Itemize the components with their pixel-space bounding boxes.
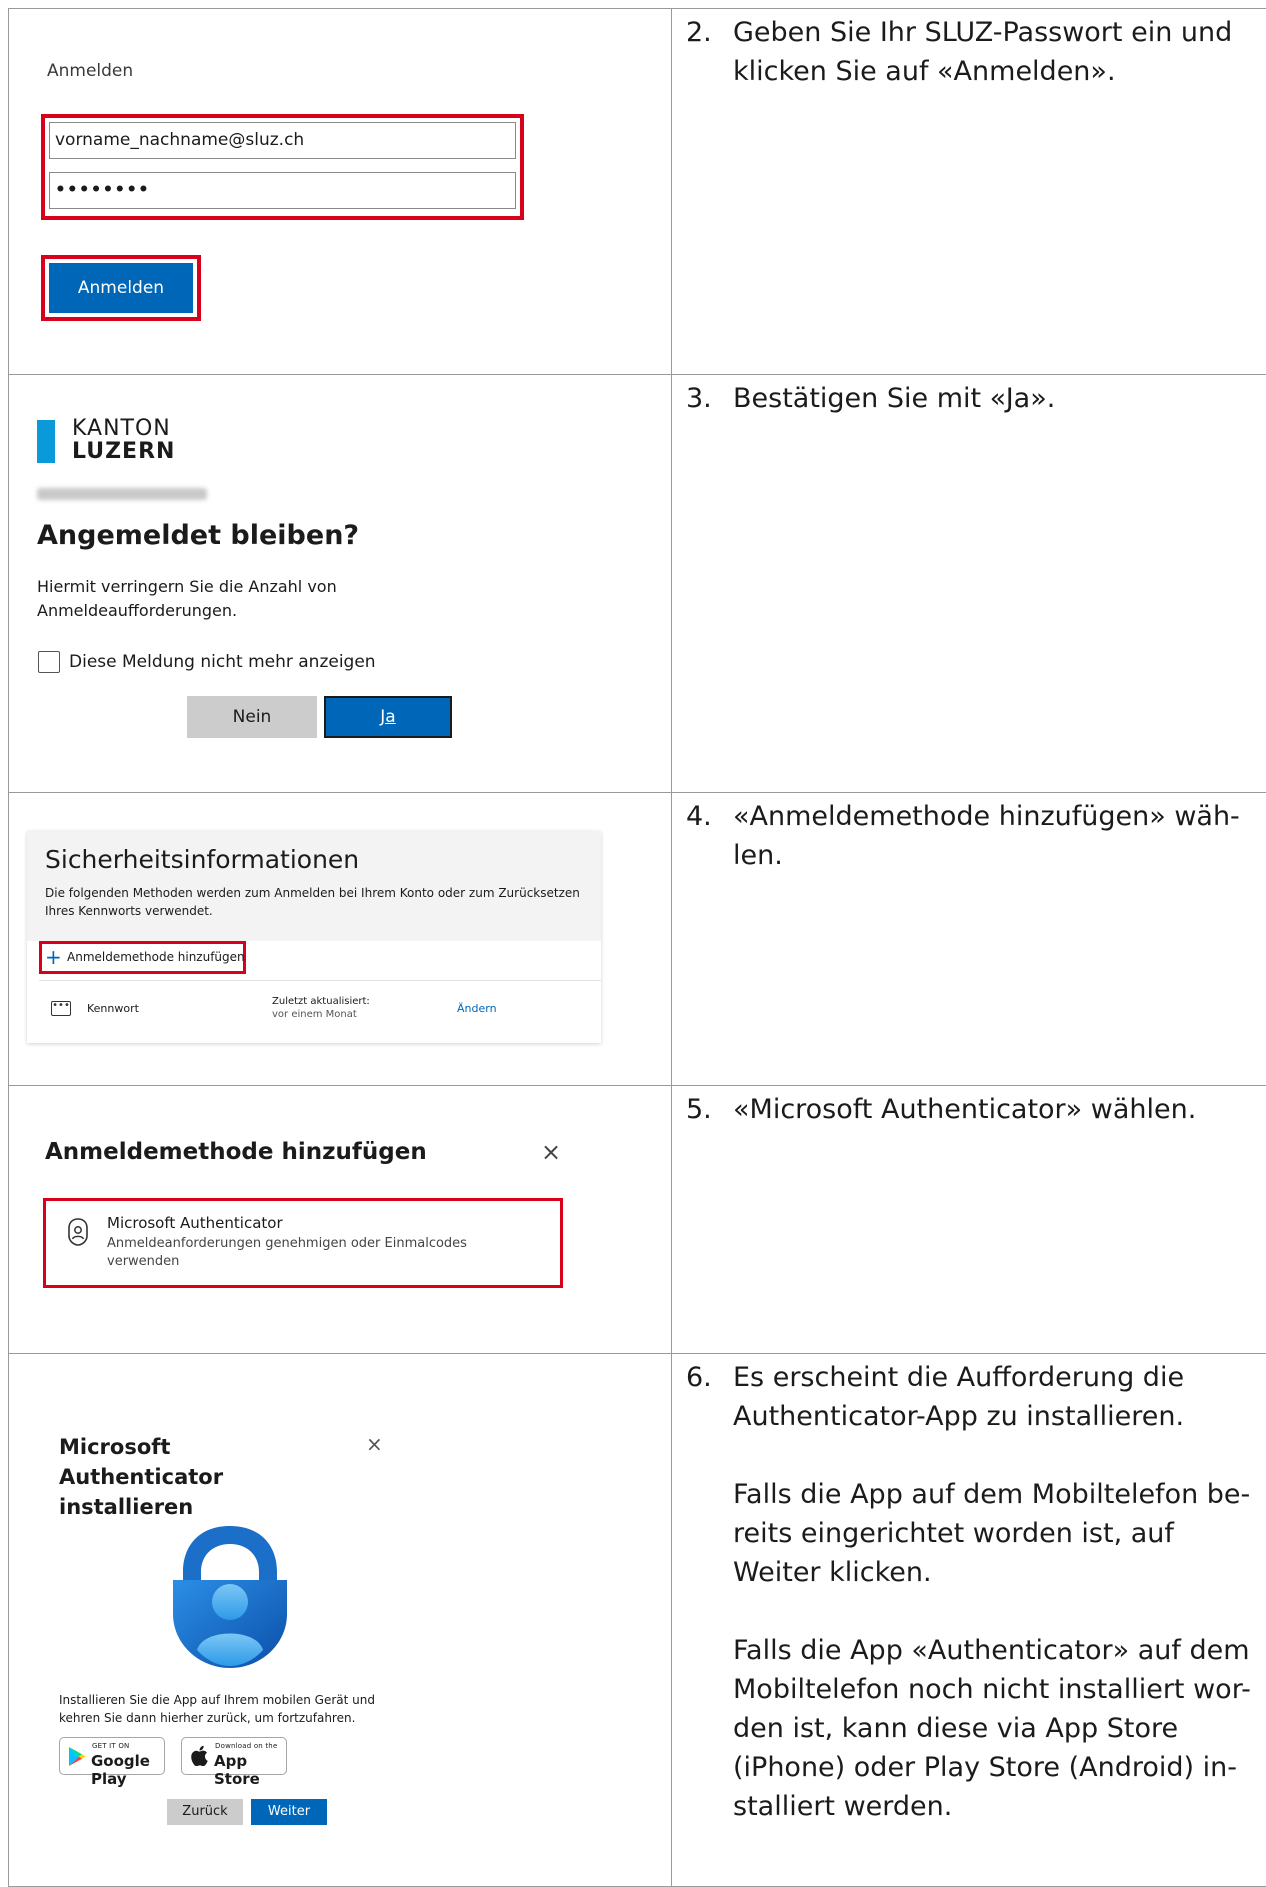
- login-title: Anmelden: [47, 61, 133, 81]
- instruction-cell-6: 6. Es erscheint die Aufforderung die Aut…: [672, 1354, 1266, 1887]
- password-field[interactable]: ••••••••: [49, 172, 516, 209]
- change-link[interactable]: Ändern: [457, 1002, 497, 1015]
- dont-show-checkbox[interactable]: [38, 651, 60, 673]
- step-number: 2.: [686, 13, 733, 91]
- step-number: 5.: [686, 1090, 733, 1129]
- back-button[interactable]: Zurück: [167, 1799, 243, 1825]
- security-info-title: Sicherheitsinformationen: [45, 845, 359, 874]
- google-play-small-text: GET IT ON: [92, 1742, 129, 1750]
- instruction-cell-2: 2. Geben Sie Ihr SLUZ-Passwort ein und k…: [672, 9, 1266, 375]
- step-paragraph: Falls die App auf dem Mobiltelefon be-re…: [733, 1475, 1258, 1592]
- step-row-2: Anmelden vorname_nachname@sluz.ch ••••••…: [9, 9, 1266, 375]
- google-play-badge[interactable]: GET IT ON Google Play: [59, 1737, 165, 1775]
- authenticator-option-name: Microsoft Authenticator: [107, 1214, 283, 1232]
- screenshot-cell-install-authenticator: Microsoft Authenticator installieren ×: [9, 1354, 672, 1887]
- instruction-cell-4: 4. «Anmeldemethode hinzufügen» wäh-len.: [672, 793, 1266, 1086]
- install-dialog-title: Microsoft Authenticator installieren: [59, 1432, 319, 1522]
- step-paragraph: Geben Sie Ihr SLUZ-Passwort ein und klic…: [733, 13, 1258, 91]
- step-row-5: Anmeldemethode hinzufügen × Microsoft Au…: [9, 1086, 1266, 1354]
- app-store-badge[interactable]: Download on the App Store: [181, 1737, 287, 1775]
- instruction-table: Anmelden vorname_nachname@sluz.ch ••••••…: [8, 8, 1266, 1887]
- password-icon: •••: [51, 1001, 71, 1016]
- dont-show-label: Diese Meldung nicht mehr anzeigen: [69, 652, 376, 672]
- authenticator-icon: [66, 1217, 90, 1247]
- step-text: 5. «Microsoft Authenticator» wählen.: [686, 1090, 1258, 1129]
- step-paragraph: Bestätigen Sie mit «Ja».: [733, 379, 1055, 418]
- divider: [39, 980, 601, 981]
- document-page: Anmelden vorname_nachname@sluz.ch ••••••…: [0, 0, 1266, 1886]
- luzern-logo-text: LUZERN: [72, 440, 175, 463]
- updated-label: Zuletzt aktualisiert:: [272, 996, 370, 1007]
- close-icon[interactable]: ×: [541, 1138, 561, 1166]
- authenticator-option-description: Anmeldeanforderungen genehmigen oder Ein…: [107, 1235, 507, 1271]
- stay-signed-in-description: Hiermit verringern Sie die Anzahl von An…: [37, 575, 367, 623]
- updated-value: vor einem Monat: [272, 1009, 357, 1020]
- add-method-dialog-title: Anmeldemethode hinzufügen: [45, 1139, 427, 1165]
- stay-signed-in-heading: Angemeldet bleiben?: [37, 520, 359, 551]
- screenshot-cell-stay-signed-in: KANTON LUZERN Angemeldet bleiben? Hiermi…: [9, 375, 672, 793]
- step-text: 6. Es erscheint die Aufforderung die Aut…: [686, 1358, 1258, 1826]
- screenshot-cell-login: Anmelden vorname_nachname@sluz.ch ••••••…: [9, 9, 672, 375]
- step-row-3: KANTON LUZERN Angemeldet bleiben? Hiermi…: [9, 375, 1266, 793]
- step-row-4: Sicherheitsinformationen Die folgenden M…: [9, 793, 1266, 1086]
- security-info-card: Sicherheitsinformationen Die folgenden M…: [27, 831, 601, 1043]
- screenshot-cell-security-info: Sicherheitsinformationen Die folgenden M…: [9, 793, 672, 1086]
- plus-icon: +: [45, 943, 62, 971]
- security-info-description: Die folgenden Methoden werden zum Anmeld…: [45, 884, 595, 920]
- app-store-small-text: Download on the: [215, 1742, 277, 1750]
- step-number: 4.: [686, 797, 733, 875]
- step-text: 2. Geben Sie Ihr SLUZ-Passwort ein und k…: [686, 13, 1258, 91]
- email-field[interactable]: vorname_nachname@sluz.ch: [49, 122, 516, 159]
- authenticator-logo-icon: [169, 1522, 291, 1672]
- step-row-6: Microsoft Authenticator installieren ×: [9, 1354, 1266, 1887]
- step-paragraph: Falls die App «Authenticator» auf dem Mo…: [733, 1631, 1258, 1826]
- kanton-logo-text: KANTON: [72, 417, 171, 440]
- instruction-cell-3: 3. Bestätigen Sie mit «Ja».: [672, 375, 1266, 793]
- next-button[interactable]: Weiter: [251, 1799, 327, 1825]
- step-text: 3. Bestätigen Sie mit «Ja».: [686, 379, 1258, 418]
- step-paragraph: «Anmeldemethode hinzufügen» wäh-len.: [733, 797, 1258, 875]
- add-method-link[interactable]: Anmeldemethode hinzufügen: [67, 950, 245, 964]
- kanton-logo-bar: [37, 420, 55, 463]
- app-store-big-text: App Store: [214, 1752, 286, 1788]
- yes-button[interactable]: Ja: [324, 696, 452, 738]
- blurred-account: [37, 488, 207, 500]
- google-play-icon: [68, 1746, 86, 1767]
- security-info-header: Sicherheitsinformationen Die folgenden M…: [27, 831, 601, 941]
- close-icon[interactable]: ×: [366, 1432, 383, 1456]
- install-dialog-description: Installieren Sie die App auf Ihrem mobil…: [59, 1691, 399, 1727]
- step-number: 3.: [686, 379, 733, 418]
- screenshot-cell-add-method: Anmeldemethode hinzufügen × Microsoft Au…: [9, 1086, 672, 1354]
- method-name: Kennwort: [87, 1002, 139, 1015]
- step-paragraph: «Microsoft Authenticator» wählen.: [733, 1090, 1196, 1129]
- apple-icon: [191, 1745, 208, 1766]
- step-text: 4. «Anmeldemethode hinzufügen» wäh-len.: [686, 797, 1258, 875]
- instruction-cell-5: 5. «Microsoft Authenticator» wählen.: [672, 1086, 1266, 1354]
- step-paragraph: Es erscheint die Aufforderung die Authen…: [733, 1358, 1258, 1436]
- google-play-big-text: Google Play: [91, 1752, 164, 1788]
- step-number: 6.: [686, 1358, 733, 1826]
- signin-button[interactable]: Anmelden: [49, 263, 193, 313]
- no-button[interactable]: Nein: [187, 696, 317, 738]
